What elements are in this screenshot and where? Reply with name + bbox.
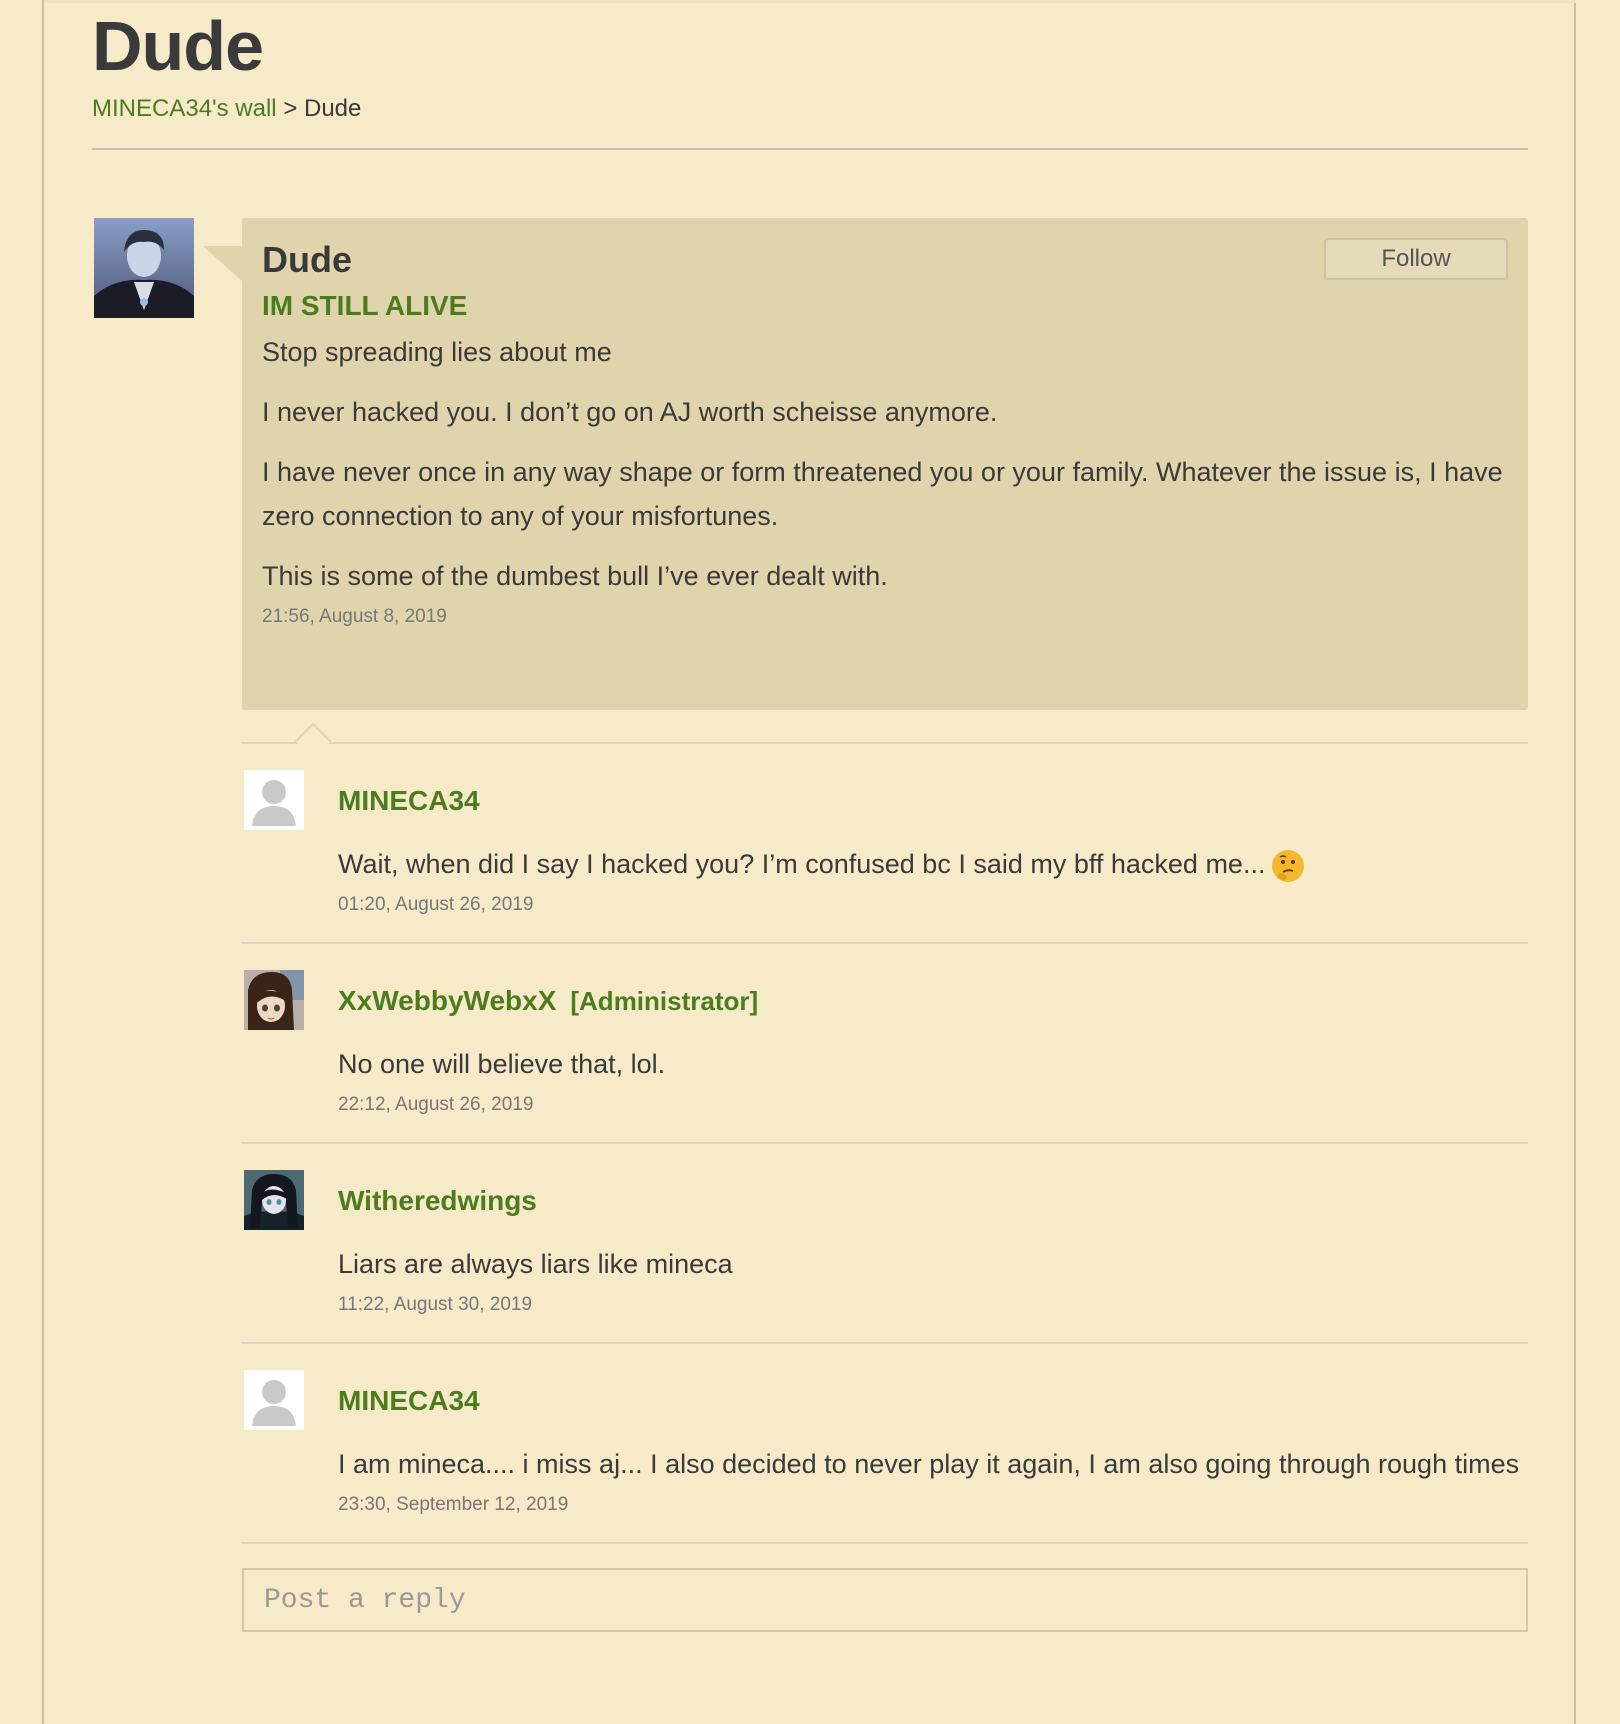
reply-author[interactable]: Witheredwings [338,1185,537,1216]
post-paragraph: I have never once in any way shape or fo… [262,457,1503,531]
breadcrumb-wall-link[interactable]: MINECA34's wall [92,95,277,122]
reply-timestamp: 22:12, August 26, 2019 [338,1094,534,1115]
breadcrumb: MINECA34's wall > Dude [92,94,1528,124]
reply-item: XxWebbyWebxX [Administrator] No one will … [242,944,1528,1144]
post-paragraph: Stop spreading lies about me [262,337,612,367]
reply-text: Liars are always liars like mineca [338,1249,733,1279]
reply-text: I am mineca.... i miss aj... I also deci… [338,1449,1520,1479]
post-paragraph: I never hacked you. I don’t go on AJ wor… [262,397,998,427]
reply-author[interactable]: MINECA34 [338,785,480,816]
main-content: Dude MINECA34's wall > Dude Dude Follow … [92,0,1528,1632]
reply-author[interactable]: XxWebbyWebxX [338,985,556,1016]
breadcrumb-separator: > [283,95,298,122]
admin-badge: [Administrator] [570,986,759,1016]
anime-boy-avatar[interactable] [244,1170,304,1230]
post-paragraph: This is some of the dumbest bull I’ve ev… [262,561,888,591]
follow-button[interactable]: Follow [1324,238,1508,280]
reply-item: MINECA34 I am mineca.... i miss aj... I … [242,1344,1528,1544]
post-reply-input[interactable] [242,1568,1528,1632]
reply-timestamp: 11:22, August 30, 2019 [338,1294,533,1315]
reply-text: No one will believe that, lol. [338,1049,666,1079]
post-timestamp: 21:56, August 8, 2019 [262,606,447,627]
anime-girl-avatar[interactable] [244,970,304,1030]
post-bubble-pointer [203,246,243,282]
breadcrumb-current: Dude [304,95,362,122]
reply-author[interactable]: MINECA34 [338,1385,480,1416]
default-user-icon[interactable] [244,770,304,830]
thinking-face-icon [1272,849,1305,882]
default-user-icon[interactable] [244,1370,304,1430]
post-subject: IM STILL ALIVE [262,290,468,321]
title-divider [92,148,1528,150]
original-post: Dude Follow IM STILL ALIVE Stop spreadin… [92,218,1528,710]
page-title: Dude [92,7,264,85]
reply-item: MINECA34 Wait, when did I say I hacked y… [242,744,1528,944]
replies-list: MINECA34 Wait, when did I say I hacked y… [242,722,1528,1544]
post-body: Dude Follow IM STILL ALIVE Stop spreadin… [242,218,1528,710]
reply-timestamp: 01:20, August 26, 2019 [338,894,534,915]
reply-text: Wait, when did I say I hacked you? I’m c… [338,842,1528,886]
reply-timestamp: 23:30, September 12, 2019 [338,1494,569,1515]
post-author-avatar[interactable] [94,218,194,318]
post-author[interactable]: Dude [262,238,1508,282]
reply-item: Witheredwings Liars are always liars lik… [242,1144,1528,1344]
